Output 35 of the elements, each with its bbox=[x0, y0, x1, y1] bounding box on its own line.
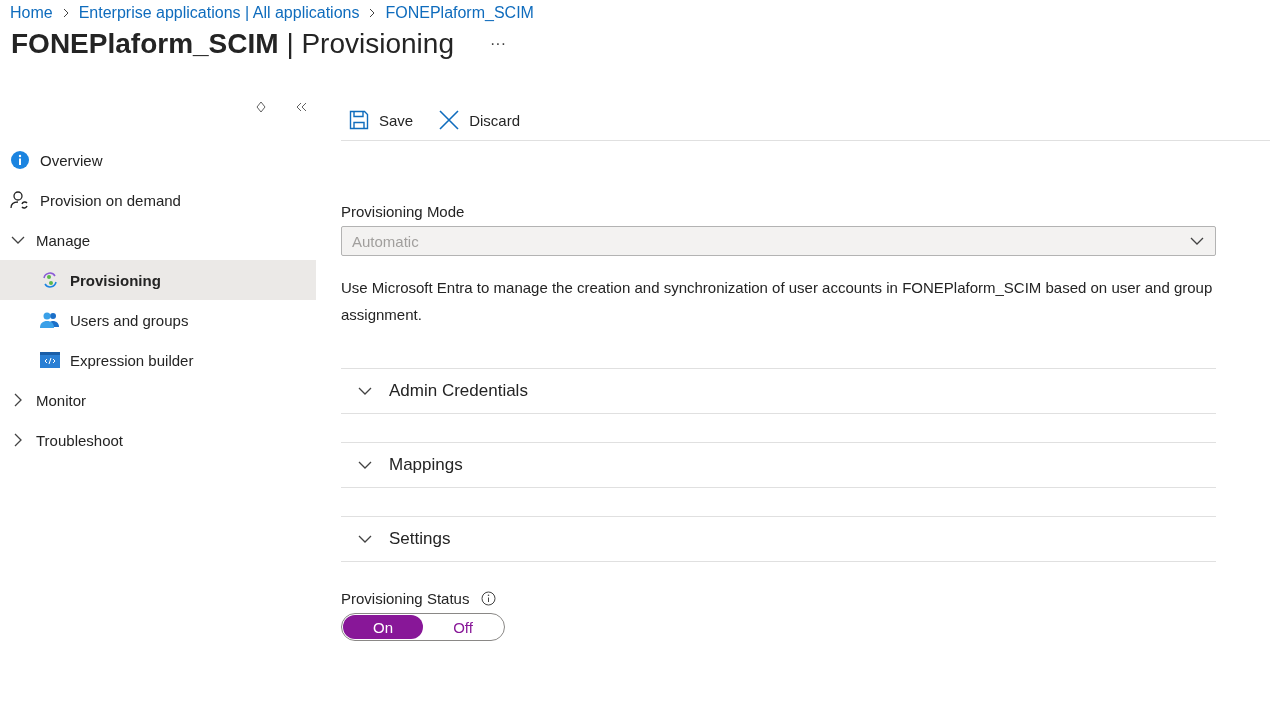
breadcrumb-link[interactable]: Enterprise applications | All applications bbox=[78, 4, 360, 22]
diamond-icon bbox=[254, 100, 268, 114]
breadcrumb-link[interactable]: Home bbox=[10, 4, 53, 22]
nav-item[interactable]: Expression builder bbox=[0, 340, 316, 380]
nav-group[interactable]: Monitor bbox=[0, 380, 316, 420]
field-label: Provisioning Status bbox=[341, 590, 470, 607]
more-button[interactable]: ··· bbox=[485, 35, 510, 53]
close-icon bbox=[439, 110, 460, 130]
description-text: Use Microsoft Entra to manage the creation and synchronization of user accounts in FONEPlaform_SCIM based on user and group assignment. bbox=[341, 278, 1214, 325]
toggle-option[interactable]: Off bbox=[423, 615, 503, 639]
users-icon bbox=[40, 311, 60, 329]
breadcrumb-link[interactable]: FONEPlaform_SCIM bbox=[385, 4, 534, 22]
toolbar-button[interactable]: Discard bbox=[431, 110, 521, 130]
save-icon bbox=[349, 110, 369, 130]
toggle-option[interactable]: On bbox=[343, 615, 423, 639]
info-icon bbox=[10, 150, 30, 170]
nav-item[interactable]: Provisioning bbox=[0, 260, 316, 300]
accordion-header[interactable]: Mappings bbox=[341, 442, 1216, 488]
page-title: FONEPlaform_SCIM | Provisioning bbox=[11, 28, 454, 60]
person-sync-icon bbox=[10, 190, 30, 210]
field-label: Provisioning Mode bbox=[341, 203, 466, 220]
sync-circle-icon bbox=[40, 270, 60, 290]
expand-collapse-button[interactable] bbox=[254, 100, 268, 114]
nav-item[interactable]: Users and groups bbox=[0, 300, 316, 340]
nav-group[interactable]: Manage bbox=[0, 220, 316, 260]
toolbar-button[interactable]: Save bbox=[341, 110, 414, 130]
nav-item[interactable]: Provision on demand bbox=[0, 180, 316, 220]
info-icon bbox=[481, 591, 497, 606]
nav-item[interactable]: Overview bbox=[0, 140, 316, 180]
nav-group[interactable]: Troubleshoot bbox=[0, 420, 316, 460]
code-window-icon bbox=[40, 352, 60, 368]
collapse-sidebar-button[interactable] bbox=[294, 100, 308, 114]
accordion-header[interactable]: Settings bbox=[341, 516, 1216, 562]
double-chevron-icon bbox=[294, 100, 308, 114]
accordion-header[interactable]: Admin Credentials bbox=[341, 368, 1216, 414]
